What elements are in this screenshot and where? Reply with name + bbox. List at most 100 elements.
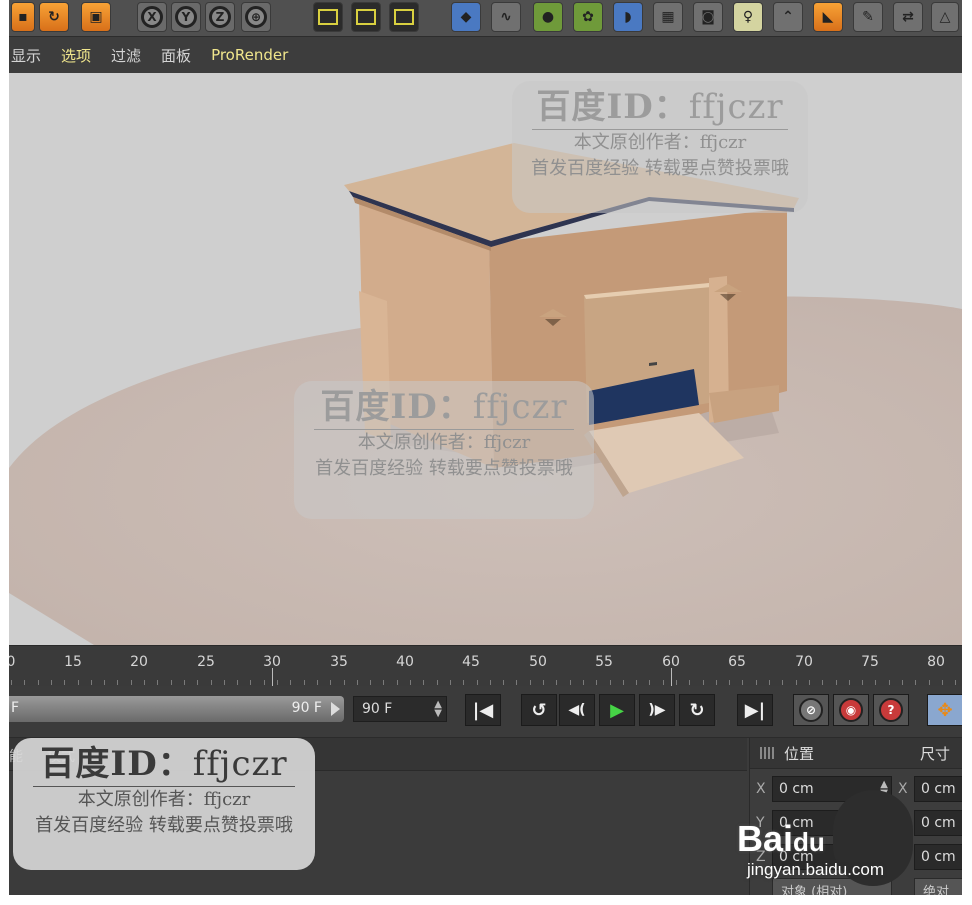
timeline-tick: [543, 680, 544, 685]
timeline-tick: [224, 680, 225, 685]
slider-arrow-icon[interactable]: [331, 702, 340, 716]
timeline-tick: [64, 680, 65, 685]
size-y-value: 0 cm: [921, 815, 956, 831]
size-z-value: 0 cm: [921, 849, 956, 865]
next-keyframe-button[interactable]: ↻: [679, 694, 715, 726]
timeline-tick: [822, 680, 823, 685]
timeline-tick: [729, 680, 730, 685]
watermark-title: 百度ID：: [320, 387, 473, 427]
scale-icon[interactable]: ▣: [81, 2, 111, 32]
position-label: 位置: [784, 745, 815, 763]
timeline-tick: [357, 680, 358, 685]
snap-icon[interactable]: ⇄: [893, 2, 923, 32]
drag-handle-icon[interactable]: [760, 747, 774, 759]
3d-viewport[interactable]: 百度ID：ffjczr 本文原创作者：ffjczr 首发百度经验 转载要点赞投票…: [9, 73, 962, 645]
menu-prorender[interactable]: ProRender: [211, 46, 288, 64]
z-axis-lock-icon[interactable]: Z: [205, 2, 235, 32]
timeline-tick: [610, 680, 611, 685]
timeline-tick: [623, 680, 624, 685]
floor-icon[interactable]: ▦: [653, 2, 683, 32]
timeline-tick: [955, 680, 956, 685]
size-x-value: 0 cm: [921, 781, 956, 797]
watermark-id: ffjczr: [688, 87, 784, 127]
timeline-tick: [437, 680, 438, 685]
menu-options[interactable]: 选项: [61, 45, 91, 66]
tick-label: 70: [795, 654, 813, 670]
timeline-tick: [809, 680, 810, 685]
watermark: 百度ID：ffjczr 本文原创作者：ffjczr 首发百度经验 转载要点赞投票…: [512, 81, 808, 213]
timeline-tick: [370, 680, 371, 685]
watermark-note: 首发百度经验 转载要点赞投票哦: [315, 458, 573, 479]
bend-icon[interactable]: ⌃: [773, 2, 803, 32]
size-z-field[interactable]: 0 cm: [914, 844, 962, 870]
timeline-tick: [397, 680, 398, 685]
rotate-icon[interactable]: ↻: [39, 2, 69, 32]
move-tool-button[interactable]: ✥: [927, 694, 962, 726]
timeline-tick: [423, 680, 424, 685]
menu-filter[interactable]: 过滤: [111, 45, 141, 66]
x-axis-lock-icon[interactable]: X: [137, 2, 167, 32]
auto-key-button[interactable]: ?: [873, 694, 909, 726]
timeline-tick: [703, 680, 704, 685]
previous-keyframe-button[interactable]: ↺: [521, 694, 557, 726]
timeline-tick: [862, 680, 863, 685]
next-frame-button[interactable]: )▶: [639, 694, 675, 726]
go-to-end-button[interactable]: ▶|: [737, 694, 773, 726]
timeline-tick: [104, 680, 105, 685]
previous-frame-button[interactable]: ◀(: [559, 694, 595, 726]
absolute-size-dropdown[interactable]: 绝对尺: [914, 878, 962, 895]
cube-icon[interactable]: ▪: [11, 2, 35, 32]
watermark-id: ffjczr: [192, 744, 288, 784]
array-icon[interactable]: ✿: [573, 2, 603, 32]
coordinate-system-icon[interactable]: ⊕: [241, 2, 271, 32]
timeline-tick: [503, 680, 504, 685]
watermark-author: 本文原创作者：ffjczr: [77, 789, 251, 810]
sort-icon[interactable]: △: [931, 2, 959, 32]
y-axis-lock-icon[interactable]: Y: [171, 2, 201, 32]
camera-icon[interactable]: ◙: [693, 2, 723, 32]
go-to-start-button[interactable]: |◀: [465, 694, 501, 726]
timeline-tick: [250, 680, 251, 685]
timeline-tick: [78, 680, 79, 685]
edit-icon[interactable]: ✎: [853, 2, 883, 32]
render-view-icon[interactable]: [313, 2, 343, 32]
size-y-field[interactable]: 0 cm: [914, 810, 962, 836]
watermark-note: 首发百度经验 转载要点赞投票哦: [35, 815, 293, 836]
render-region-icon[interactable]: [351, 2, 381, 32]
timeline-tick: [490, 680, 491, 685]
frame-marker: [671, 668, 672, 686]
timeline-tick: [197, 680, 198, 685]
tick-label: 20: [130, 654, 148, 670]
end-frame-field[interactable]: 90 F ▲ ▼: [353, 696, 447, 722]
nurbs-icon[interactable]: ●: [533, 2, 563, 32]
timeline-tick: [24, 680, 25, 685]
timeline-tick: [157, 680, 158, 685]
timeline-tick: [902, 680, 903, 685]
spline-icon[interactable]: ∿: [491, 2, 521, 32]
watermark-note: 首发百度经验 转载要点赞投票哦: [531, 158, 789, 179]
spinner-icon[interactable]: ▲▼: [434, 700, 442, 719]
timeline-tick: [317, 680, 318, 685]
record-disabled-button[interactable]: ⊘: [793, 694, 829, 726]
deformer-icon[interactable]: ◗: [613, 2, 643, 32]
size-x-field[interactable]: 0 cm: [914, 776, 962, 802]
menu-panel[interactable]: 面板: [161, 45, 191, 66]
tick-label: 15: [64, 654, 82, 670]
play-button[interactable]: ▶: [599, 694, 635, 726]
frame-range-slider[interactable]: F 90 F: [9, 696, 344, 722]
tick-label: 75: [861, 654, 879, 670]
timeline-tick: [583, 680, 584, 685]
light-icon[interactable]: ♀: [733, 2, 763, 32]
cinema4d-window: ▪ ↻ ▣ X Y Z ⊕ ◆ ∿ ● ✿ ◗ ▦ ◙ ♀ ⌃ ◣ ✎ ⇄ △ …: [9, 0, 962, 895]
timeline-tick: [51, 680, 52, 685]
tick-label: 0: [9, 654, 16, 670]
timeline-ruler[interactable]: 0 15 20 25 30 35 40 45 50 55 60 65 70 75…: [9, 645, 962, 686]
cube-primitive-icon[interactable]: ◆: [451, 2, 481, 32]
material-icon[interactable]: ◣: [813, 2, 843, 32]
record-button[interactable]: ◉: [833, 694, 869, 726]
baidu-logo: Baidu jingyan.baidu.com: [737, 790, 917, 890]
timeline-tick: [649, 680, 650, 685]
render-settings-icon[interactable]: [389, 2, 419, 32]
main-toolbar: ▪ ↻ ▣ X Y Z ⊕ ◆ ∿ ● ✿ ◗ ▦ ◙ ♀ ⌃ ◣ ✎ ⇄ △: [9, 0, 962, 37]
menu-display[interactable]: 显示: [11, 45, 41, 66]
